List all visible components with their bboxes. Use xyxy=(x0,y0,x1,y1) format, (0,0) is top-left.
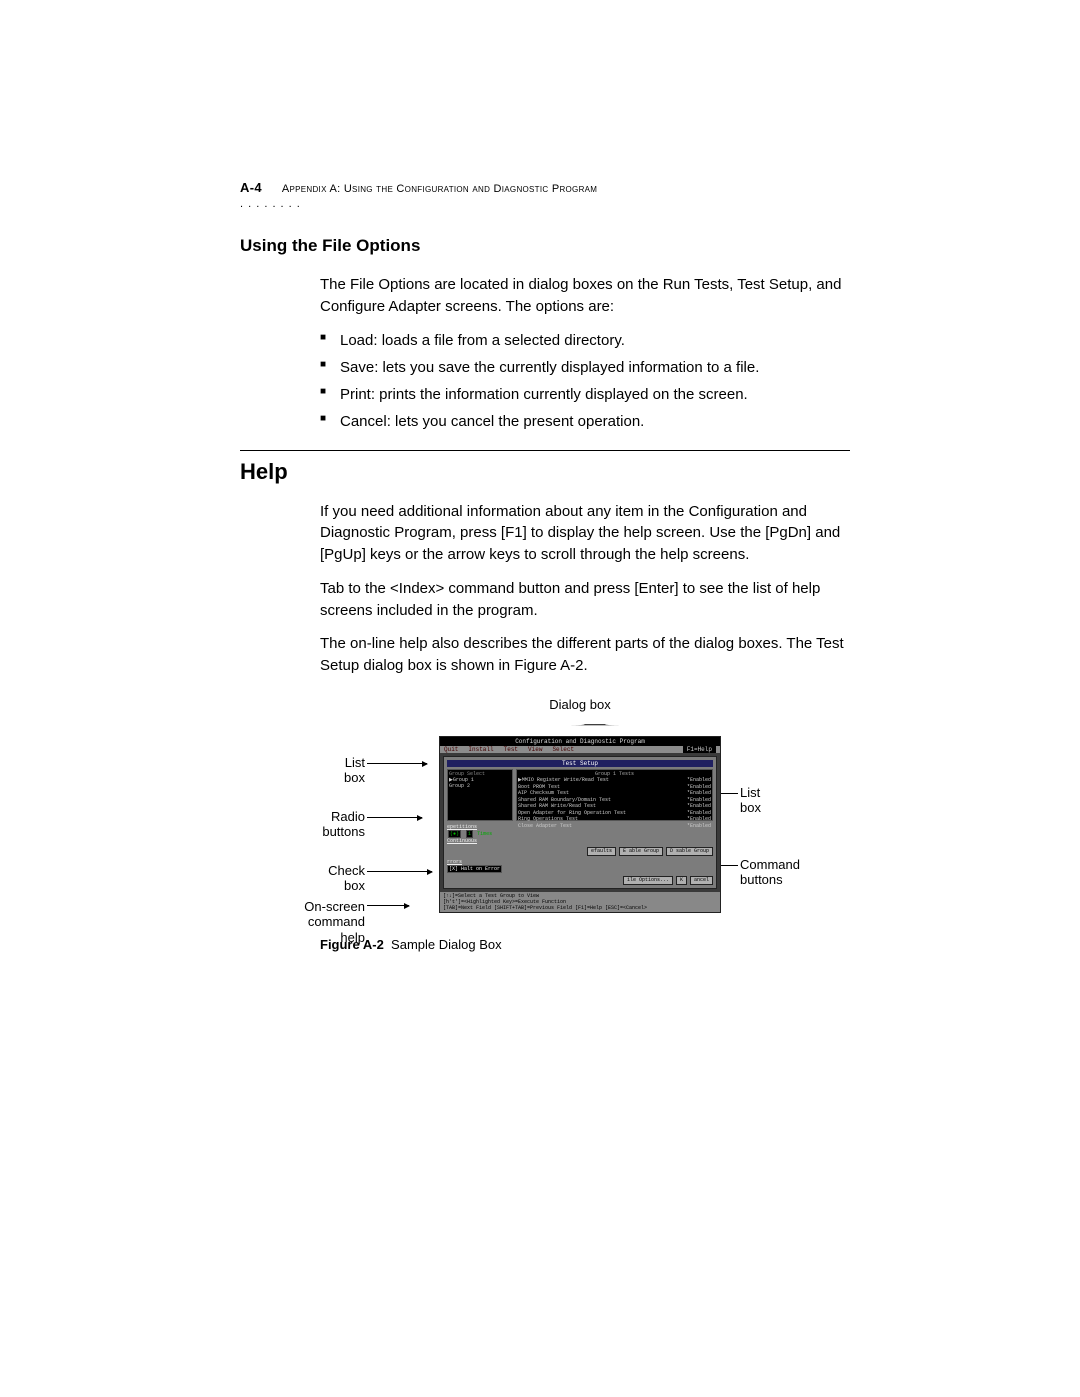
ss-button: D sable Group xyxy=(666,847,713,856)
list-item: Load: loads a file from a selected direc… xyxy=(320,330,850,351)
ss-title: Configuration and Diagnostic Program xyxy=(440,737,720,746)
help-hint: F1=Help xyxy=(683,746,716,753)
annot-list-box-left: List box xyxy=(305,755,365,786)
page: A-4 Appendix A: Using the Configuration … xyxy=(0,0,1080,1397)
list-item: Cancel: lets you cancel the present oper… xyxy=(320,411,850,432)
section-rule xyxy=(240,450,850,451)
ss-button: ile Options... xyxy=(623,876,673,885)
help-body: If you need additional information about… xyxy=(320,501,850,677)
figure-top-label: Dialog box xyxy=(320,697,840,712)
file-options-body: The File Options are located in dialog b… xyxy=(320,274,850,432)
annot-check-box: Check box xyxy=(305,863,365,894)
ss-menu: Quit Install Test View Select F1=Help xyxy=(440,746,720,753)
ss-setup-title: Test Setup xyxy=(447,760,713,767)
annot-radio-buttons: Radio buttons xyxy=(290,809,365,840)
figure-caption: Figure A-2 Sample Dialog Box xyxy=(320,937,840,952)
ss-button: E able Group xyxy=(619,847,663,856)
ss-button: ancel xyxy=(690,876,713,885)
page-number: A-4 xyxy=(240,180,262,195)
annot-list-box-right: List box xyxy=(740,785,761,816)
menu-item: Select xyxy=(552,746,574,753)
ss-button: efaults xyxy=(587,847,616,856)
ss-footer-help: [↑↓]=Select a Test Group to View [h't']=… xyxy=(440,892,720,912)
chapter-title: Appendix A: Using the Configuration and … xyxy=(282,183,597,195)
help-p2: Tab to the <Index> command button and pr… xyxy=(320,578,850,622)
ss-button-row-2: ile Options... K ancel xyxy=(447,876,713,885)
ss-group-listbox: Group Select ▶Group 1 Group 2 xyxy=(447,769,513,821)
ss-tests-listbox: Group 1 Tests ▶MMIO Register Write/Read … xyxy=(516,769,713,821)
ss-button-row-1: efaults E able Group D sable Group xyxy=(447,847,713,856)
dialog-screenshot: Configuration and Diagnostic Program Qui… xyxy=(439,736,721,913)
help-p3: The on-line help also describes the diff… xyxy=(320,633,850,677)
menu-item: Test xyxy=(504,746,518,753)
brace-icon: ︷ xyxy=(0,719,1080,725)
help-p1: If you need additional information about… xyxy=(320,501,850,566)
ss-button: K xyxy=(676,876,687,885)
header-dots: . . . . . . . . xyxy=(240,198,850,210)
figure: Dialog box ︷ List box Radio buttons Chec… xyxy=(320,697,840,952)
ss-errors: rrors [X] Halt on Error xyxy=(447,859,713,873)
file-options-intro: The File Options are located in dialog b… xyxy=(320,274,850,318)
annot-onscreen-help: On-screen command help xyxy=(280,899,365,946)
annot-command-buttons: Command buttons xyxy=(740,857,800,888)
menu-item: View xyxy=(528,746,542,753)
file-options-list: Load: loads a file from a selected direc… xyxy=(320,330,850,432)
menu-item: Install xyxy=(468,746,493,753)
running-header: A-4 Appendix A: Using the Configuration … xyxy=(240,180,850,195)
section-heading: Help xyxy=(240,459,850,485)
list-item: Save: lets you save the currently displa… xyxy=(320,357,850,378)
menu-item: Quit xyxy=(444,746,458,753)
subsection-heading: Using the File Options xyxy=(240,236,850,256)
list-item: Print: prints the information currently … xyxy=(320,384,850,405)
